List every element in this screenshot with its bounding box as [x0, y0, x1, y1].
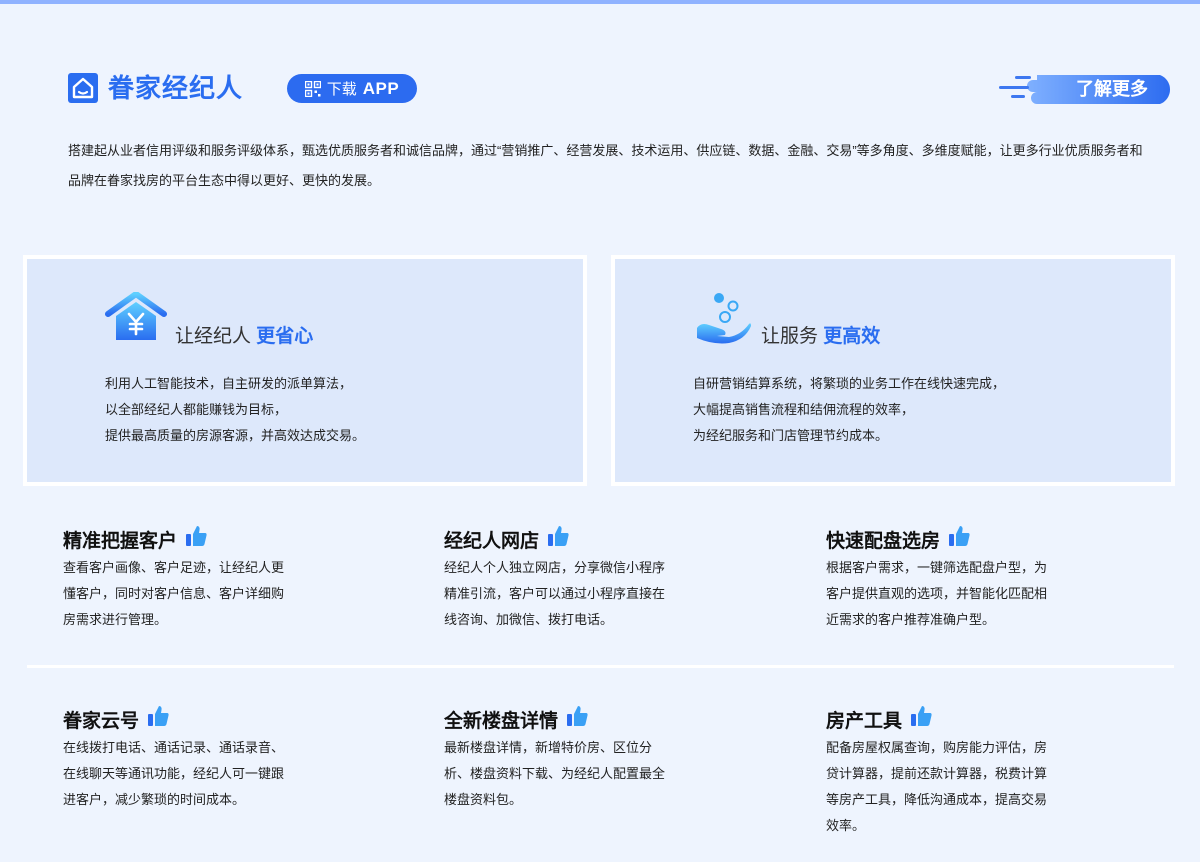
- card-title-prefix: 让经纪人: [175, 326, 257, 347]
- feature-title: 全新楼盘详情: [444, 710, 559, 732]
- feature-title: 房产工具: [826, 710, 903, 732]
- feature-title: 快速配盘选房: [826, 530, 941, 552]
- card-title: 让经纪人 更省心: [175, 321, 313, 348]
- card-line: 大幅提高销售流程和结佣流程的效率，: [693, 402, 915, 417]
- feature-card-efficient: 让服务 更高效 自研营销结算系统，将繁琐的业务工作在线快速完成， 大幅提高销售流…: [611, 255, 1175, 486]
- card-description: 自研营销结算系统，将繁琐的业务工作在线快速完成， 大幅提高销售流程和结佣流程的效…: [693, 371, 1005, 449]
- download-app-button[interactable]: 下载 APP: [287, 74, 417, 103]
- home-logo-icon: [68, 73, 98, 103]
- feature-item: 快速配盘选房 根据客户需求，一键筛选配盘户型，为客户提供直观的选项，并智能化匹配…: [826, 526, 1086, 633]
- top-accent-bar: [0, 0, 1200, 4]
- section-divider: [27, 665, 1174, 668]
- thumbs-up-icon: [567, 706, 588, 726]
- feature-item: 房产工具 配备房屋权属查询，购房能力评估，房贷计算器，提前还款计算器，税费计算等…: [826, 706, 1086, 839]
- hand-bubbles-icon: [697, 293, 751, 344]
- brand-name: 眷家经纪人: [108, 73, 244, 103]
- feature-item: 精准把握客户 查看客户画像、客户足迹，让经纪人更懂客户，同时对客户信息、客户详细…: [63, 526, 323, 633]
- feature-description: 经纪人个人独立网店，分享微信小程序精准引流，客户可以通过小程序直接在线咨询、加微…: [444, 560, 666, 627]
- feature-item: 全新楼盘详情 最新楼盘详情，新增特价房、区位分析、楼盘资料下载、为经纪人配置最全…: [444, 706, 704, 813]
- feature-title: 眷家云号: [63, 710, 140, 732]
- card-title: 让服务 更高效: [761, 321, 880, 348]
- download-label: 下载: [326, 81, 357, 98]
- card-title-highlight: 更高效: [823, 326, 881, 347]
- feature-description: 在线拨打电话、通话记录、通话录音、在线聊天等通讯功能，经纪人可一键跟进客户，减少…: [63, 740, 285, 807]
- card-line: 以全部经纪人都能赚钱为目标，: [105, 402, 288, 417]
- card-line: 自研营销结算系统，将繁琐的业务工作在线快速完成，: [693, 376, 1006, 391]
- feature-description: 根据客户需求，一键筛选配盘户型，为客户提供直观的选项，并智能化匹配相近需求的客户…: [826, 560, 1048, 627]
- feature-card-easy: 让经纪人 更省心 利用人工智能技术，自主研发的派单算法， 以全部经纪人都能赚钱为…: [23, 255, 587, 486]
- card-title-highlight: 更省心: [256, 326, 314, 347]
- feature-item: 经纪人网店 经纪人个人独立网店，分享微信小程序精准引流，客户可以通过小程序直接在…: [444, 526, 704, 633]
- card-line: 利用人工智能技术，自主研发的派单算法，: [105, 376, 353, 391]
- learn-more-button[interactable]: 了解更多: [997, 73, 1177, 106]
- brand[interactable]: 眷家经纪人: [68, 73, 243, 103]
- feature-description: 配备房屋权属查询，购房能力评估，房贷计算器，提前还款计算器，税费计算等房产工具，…: [826, 740, 1048, 833]
- thumbs-up-icon: [148, 706, 169, 726]
- learn-more-label: 了解更多: [1076, 79, 1148, 99]
- thumbs-up-icon: [911, 706, 932, 726]
- feature-title: 经纪人网店: [444, 530, 540, 552]
- card-line: 为经纪服务和门店管理节约成本。: [693, 428, 889, 443]
- feature-item: 眷家云号 在线拨打电话、通话记录、通话录音、在线聊天等通讯功能，经纪人可一键跟进…: [63, 706, 323, 813]
- thumbs-up-icon: [949, 526, 970, 546]
- thumbs-up-icon: [186, 526, 207, 546]
- feature-description: 最新楼盘详情，新增特价房、区位分析、楼盘资料下载、为经纪人配置最全楼盘资料包。: [444, 740, 666, 807]
- feature-description: 查看客户画像、客户足迹，让经纪人更懂客户，同时对客户信息、客户详细购房需求进行管…: [63, 560, 285, 627]
- thumbs-up-icon: [548, 526, 569, 546]
- card-title-prefix: 让服务: [761, 326, 824, 347]
- intro-paragraph: 搭建起从业者信用评级和服务评级体系，甄选优质服务者和诚信品牌，通过“营销推广、经…: [68, 143, 1143, 188]
- feature-title: 精准把握客户: [63, 530, 178, 552]
- card-line: 提供最高质量的房源客源，并高效达成交易。: [105, 428, 366, 443]
- card-description: 利用人工智能技术，自主研发的派单算法， 以全部经纪人都能赚钱为目标， 提供最高质…: [105, 371, 365, 449]
- qr-code-icon: [304, 80, 321, 97]
- house-yen-icon: [105, 292, 167, 340]
- download-app-label: APP: [362, 78, 400, 98]
